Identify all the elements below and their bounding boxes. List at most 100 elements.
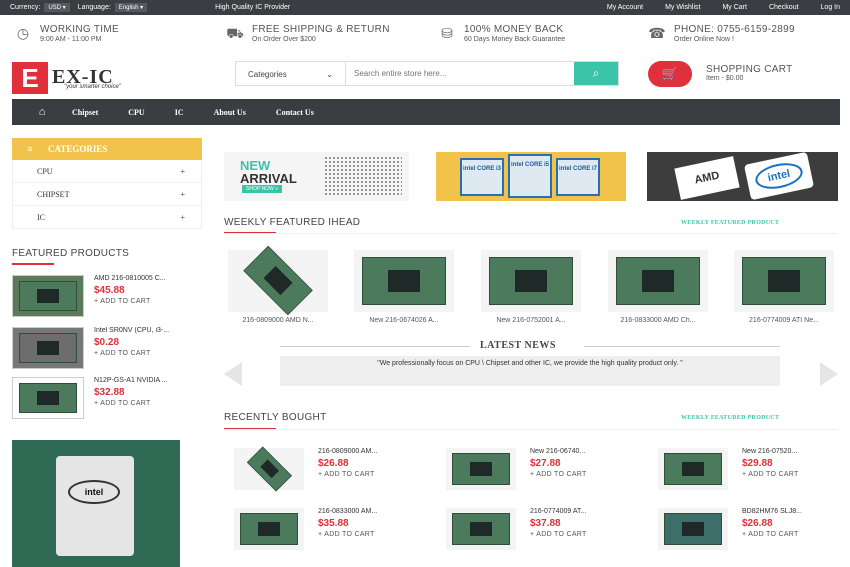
plus-icon: +: [180, 189, 185, 199]
news-text: "We professionally focus on CPU \ Chipse…: [280, 356, 780, 386]
categories-header[interactable]: ≡ CATEGORIES: [12, 138, 202, 160]
category-item-ic[interactable]: IC +: [12, 206, 202, 229]
currency-select[interactable]: USD ▾: [44, 3, 70, 12]
product-image[interactable]: [446, 448, 516, 490]
add-to-cart-button[interactable]: + ADD TO CART: [94, 350, 199, 357]
chevron-down-icon: ⌄: [326, 70, 333, 79]
shop-now-button[interactable]: SHOP NOW »: [242, 185, 282, 193]
banner-intel-core[interactable]: intel CORE i3 intel CORE i5 intel CORE i…: [436, 152, 626, 201]
product-image[interactable]: [658, 508, 728, 550]
product-image[interactable]: [234, 446, 304, 492]
my-account-link[interactable]: My Account: [607, 4, 643, 11]
info-shipping: ⛟ FREE SHIPPING & RETURN On Order Over $2…: [226, 24, 390, 43]
nav-item-chipset[interactable]: Chipset: [72, 108, 98, 117]
category-dropdown[interactable]: Categories ⌄: [236, 62, 346, 85]
search-input[interactable]: [346, 62, 574, 85]
product-card[interactable]: New 216-0752001 A...: [481, 250, 581, 324]
product-price: $26.88: [742, 518, 773, 529]
product-card[interactable]: New 216-0674026 A...: [354, 250, 454, 324]
product-name[interactable]: N12P-GS-A1 NVIDIA ...: [94, 377, 199, 384]
divider: [584, 346, 780, 347]
product-image[interactable]: [734, 250, 834, 312]
product-image[interactable]: [234, 508, 304, 550]
product-price: $26.88: [318, 458, 349, 469]
product-name[interactable]: 216-0774009 AT...: [530, 508, 618, 515]
product-card[interactable]: 216-0809000 AMD N...: [228, 246, 328, 324]
product-name[interactable]: New 216-0752001 A...: [481, 317, 581, 324]
banner-new-arrival[interactable]: NEW ARRIVAL SHOP NOW »: [224, 152, 409, 201]
product-name[interactable]: New 216-0674026 A...: [354, 317, 454, 324]
product-name[interactable]: 216-0833000 AM...: [318, 508, 406, 515]
add-to-cart-button[interactable]: + ADD TO CART: [94, 298, 199, 305]
nav-item-ic[interactable]: IC: [175, 108, 184, 117]
login-link[interactable]: Log In: [821, 4, 840, 11]
product-image[interactable]: [608, 250, 708, 312]
intel-box: intel CORE i3: [460, 158, 504, 196]
product-image[interactable]: [354, 250, 454, 312]
product-image[interactable]: [658, 448, 728, 490]
home-icon[interactable]: ⌂: [12, 106, 72, 118]
product-name[interactable]: 216-0774009 ATI Ne...: [734, 317, 834, 324]
product-name[interactable]: 216-0833000 AMD Ch...: [608, 317, 708, 324]
product-name[interactable]: New 216-07520...: [742, 448, 830, 455]
recently-bought-link[interactable]: WEEKLY FEATURED PRODUCT: [681, 415, 779, 421]
add-to-cart-button[interactable]: + ADD TO CART: [94, 400, 199, 407]
product-image[interactable]: [481, 250, 581, 312]
language-select[interactable]: English ▾: [114, 3, 148, 12]
add-to-cart-button[interactable]: + ADD TO CART: [318, 531, 406, 538]
product-price: $32.88: [94, 387, 125, 398]
category-item-chipset[interactable]: CHIPSET +: [12, 183, 202, 206]
weekly-featured-link[interactable]: WEEKLY FEATURED PRODUCT: [681, 220, 779, 226]
product-name[interactable]: New 216-06740...: [530, 448, 618, 455]
divider: [224, 233, 838, 234]
add-to-cart-button[interactable]: + ADD TO CART: [742, 531, 830, 538]
banner-amd-intel[interactable]: AMD intel: [647, 151, 838, 201]
promo-cpu-image[interactable]: intel: [12, 440, 180, 567]
truck-icon: ⛟: [226, 25, 244, 41]
cart-icon: 🛒: [648, 61, 692, 87]
main-nav: ⌂ Chipset CPU IC About Us Contact Us: [12, 99, 840, 125]
my-wishlist-link[interactable]: My Wishlist: [665, 4, 700, 11]
featured-products-title: FEATURED PRODUCTS: [12, 248, 130, 259]
info-bar: ◷ WORKING TIME 9:00 AM - 11:00 PM ⛟ FREE …: [0, 24, 850, 54]
site-logo[interactable]: E EX-IC "your smarter choice": [12, 62, 172, 94]
phone-icon: ☎: [648, 25, 666, 41]
nav-item-about-us[interactable]: About Us: [214, 108, 246, 117]
product-card[interactable]: 216-0774009 ATI Ne...: [734, 250, 834, 324]
add-to-cart-button[interactable]: + ADD TO CART: [318, 471, 406, 478]
search-bar: Categories⌄ ⌕: [235, 61, 619, 86]
tagline: High Quality IC Provider: [215, 4, 291, 11]
product-name[interactable]: Intel SR0NV (CPU, i3-...: [94, 327, 199, 334]
weekly-featured-title: WEEKLY FEATURED IHEAD: [224, 217, 361, 228]
product-name[interactable]: AMD 216-0810005 C...: [94, 275, 199, 282]
product-name[interactable]: 216-0809000 AM...: [318, 448, 406, 455]
latest-news: LATEST NEWS "We professionally focus on …: [224, 338, 838, 390]
my-cart-link[interactable]: My Cart: [722, 4, 747, 11]
add-to-cart-button[interactable]: + ADD TO CART: [530, 531, 618, 538]
product-card[interactable]: 216-0833000 AMD Ch...: [608, 250, 708, 324]
product-name[interactable]: 216-0809000 AMD N...: [228, 317, 328, 324]
shopping-cart[interactable]: 🛒 SHOPPING CART Item - $0.00: [648, 61, 793, 87]
featured-item: Intel SR0NV (CPU, i3-... $0.28 + ADD TO CA…: [12, 327, 199, 369]
nav-item-cpu[interactable]: CPU: [128, 108, 144, 117]
product-image[interactable]: [12, 275, 84, 317]
prev-arrow-icon[interactable]: [224, 362, 242, 386]
divider: [224, 429, 838, 430]
next-arrow-icon[interactable]: [820, 362, 838, 386]
nav-item-contact-us[interactable]: Contact Us: [276, 108, 314, 117]
recently-bought-title: RECENTLY BOUGHT: [224, 412, 327, 423]
product-image[interactable]: [12, 327, 84, 369]
search-button[interactable]: ⌕: [574, 62, 618, 85]
intel-box: intel CORE i7: [556, 158, 600, 196]
checkout-link[interactable]: Checkout: [769, 4, 799, 11]
add-to-cart-button[interactable]: + ADD TO CART: [742, 471, 830, 478]
product-image[interactable]: [446, 508, 516, 550]
intel-box: intel CORE i5: [508, 154, 552, 198]
add-to-cart-button[interactable]: + ADD TO CART: [530, 471, 618, 478]
product-image[interactable]: [12, 377, 84, 419]
product-image[interactable]: [228, 246, 328, 316]
product-name[interactable]: BD82HM76 SLJ8...: [742, 508, 830, 515]
product-price: $45.88: [94, 285, 125, 296]
divider: [280, 346, 470, 347]
category-item-cpu[interactable]: CPU +: [12, 160, 202, 183]
